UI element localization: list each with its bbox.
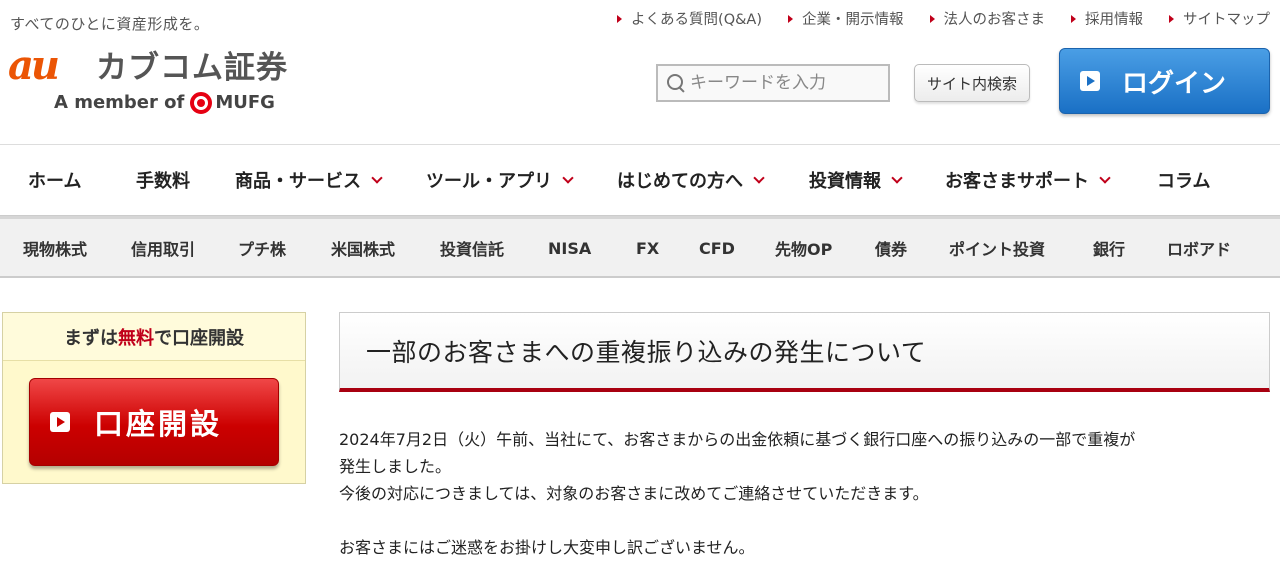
subnav-item-nisa[interactable]: NISA <box>548 219 591 277</box>
chevron-down-icon <box>1099 172 1111 184</box>
gnav-item-products[interactable]: 商品・サービス <box>235 145 383 215</box>
gnav-label: 投資情報 <box>809 171 881 192</box>
util-link-label: 企業・開示情報 <box>802 12 904 28</box>
logo-au-mark: au <box>8 42 60 89</box>
util-link-corporate-info[interactable]: 企業・開示情報 <box>788 8 904 29</box>
open-account-panel: まずは 無料 で口座開設 口座開設 <box>2 312 306 484</box>
subnav-item-margin[interactable]: 信用取引 <box>131 219 195 277</box>
util-link-corporate-customers[interactable]: 法人のお客さま <box>929 8 1046 29</box>
play-arrow-icon <box>50 412 70 432</box>
gnav-item-beginners[interactable]: はじめての方へ <box>617 145 765 215</box>
util-link-label: 採用情報 <box>1085 12 1143 28</box>
search-input[interactable] <box>690 73 880 93</box>
logo-company-name: カブコム証券 <box>96 50 288 86</box>
chevron-down-icon <box>891 172 903 184</box>
gnav-label: 商品・サービス <box>235 171 361 192</box>
gnav-item-home[interactable]: ホーム <box>28 145 81 215</box>
util-link-label: よくある質問(Q&A) <box>631 12 762 28</box>
article-paragraph: 今後の対応につきましては、対象のお客さまに改めてご連絡させていただきます。 <box>339 484 929 503</box>
site-logo[interactable]: au カブコム証券 A member of MUFG <box>8 44 298 124</box>
gnav-label: コラム <box>1157 171 1211 192</box>
subnav-item-us-stocks[interactable]: 米国株式 <box>331 219 395 277</box>
play-arrow-icon <box>1080 71 1100 91</box>
open-account-button[interactable]: 口座開設 <box>29 378 279 466</box>
gnav-item-fees[interactable]: 手数料 <box>136 145 190 215</box>
open-account-label: 口座開設 <box>94 407 223 441</box>
site-header: すべてのひとに資産形成を。 au カブコム証券 A member of MUFG… <box>0 0 1280 144</box>
subnav-item-stocks[interactable]: 現物株式 <box>23 219 87 277</box>
arrow-right-icon <box>617 14 623 23</box>
notice-article: 一部のお客さまへの重複振り込みの発生について 2024年7月2日（火）午前、当社… <box>339 312 1270 561</box>
login-label: ログイン <box>1122 68 1227 99</box>
logo-member-line: A member of MUFG <box>54 91 275 115</box>
gnav-label: はじめての方へ <box>617 171 743 192</box>
logo-mufg-text: MUFG <box>215 92 275 113</box>
article-paragraph: 発生しました。 <box>339 457 452 476</box>
gnav-label: 手数料 <box>136 171 190 192</box>
util-link-faq[interactable]: よくある質問(Q&A) <box>617 8 762 29</box>
gnav-item-support[interactable]: お客さまサポート <box>945 145 1111 215</box>
page-title: 一部のお客さまへの重複振り込みの発生について <box>366 337 927 367</box>
gnav-item-column[interactable]: コラム <box>1157 145 1210 215</box>
article-paragraph: お客さまにはご迷惑をお掛けし大変申し訳ございません。 <box>339 538 755 557</box>
article-body: 2024年7月2日（火）午前、当社にて、お客さまからの出金依頼に基づく銀行口座へ… <box>339 426 1270 561</box>
util-link-label: サイトマップ <box>1183 12 1270 28</box>
heading-text: まずは <box>64 327 118 349</box>
chevron-down-icon <box>562 172 574 184</box>
subnav-item-petit[interactable]: プチ株 <box>238 219 286 277</box>
chevron-down-icon <box>753 172 765 184</box>
gnav-item-tools[interactable]: ツール・アプリ <box>426 145 574 215</box>
product-sub-nav: 現物株式 信用取引 プチ株 米国株式 投資信託 NISA FX CFD 先物OP… <box>0 216 1280 278</box>
gnav-item-investment-info[interactable]: 投資情報 <box>809 145 903 215</box>
chevron-down-icon <box>371 172 383 184</box>
tagline: すべてのひとに資産形成を。 <box>10 15 210 33</box>
gnav-label: ホーム <box>28 171 82 192</box>
open-account-heading: まずは 無料 で口座開設 <box>3 313 305 361</box>
search-box <box>656 64 890 102</box>
subnav-item-funds[interactable]: 投資信託 <box>440 219 504 277</box>
article-paragraph: 2024年7月2日（火）午前、当社にて、お客さまからの出金依頼に基づく銀行口座へ… <box>339 430 1136 449</box>
main-content: まずは 無料 で口座開設 口座開設 一部のお客さまへの重複振り込みの発生について 2… <box>0 278 1280 579</box>
util-link-sitemap[interactable]: サイトマップ <box>1169 8 1270 29</box>
subnav-item-points[interactable]: ポイント投資 <box>949 219 1045 277</box>
util-link-label: 法人のお客さま <box>943 12 1046 28</box>
arrow-right-icon <box>929 14 935 23</box>
article-title-box: 一部のお客さまへの重複振り込みの発生について <box>339 312 1270 392</box>
logo-member-text: A member of <box>54 92 185 113</box>
utility-nav: よくある質問(Q&A) 企業・開示情報 法人のお客さま 採用情報 サイトマップ <box>617 8 1270 29</box>
arrow-right-icon <box>788 14 793 23</box>
site-search-button[interactable]: サイト内検索 <box>914 64 1030 102</box>
subnav-item-bank[interactable]: 銀行 <box>1093 219 1125 277</box>
arrow-right-icon <box>1169 14 1174 23</box>
arrow-right-icon <box>1071 14 1076 23</box>
gnav-label: お客さまサポート <box>945 171 1089 192</box>
subnav-item-bonds[interactable]: 債券 <box>875 219 907 277</box>
login-button[interactable]: ログイン <box>1059 48 1270 114</box>
subnav-item-fx[interactable]: FX <box>636 219 659 277</box>
mufg-logo-icon <box>190 92 213 114</box>
free-highlight: 無料 <box>118 327 154 349</box>
global-nav: ホーム 手数料 商品・サービス ツール・アプリ はじめての方へ 投資情報 お客さ… <box>0 144 1280 216</box>
subnav-item-futures[interactable]: 先物OP <box>775 219 832 277</box>
util-link-recruit[interactable]: 採用情報 <box>1071 8 1143 29</box>
gnav-label: ツール・アプリ <box>426 171 552 192</box>
heading-text: で口座開設 <box>154 327 244 349</box>
search-icon <box>666 73 686 93</box>
subnav-item-cfd[interactable]: CFD <box>699 219 735 277</box>
subnav-item-robo[interactable]: ロボアド <box>1167 219 1231 277</box>
